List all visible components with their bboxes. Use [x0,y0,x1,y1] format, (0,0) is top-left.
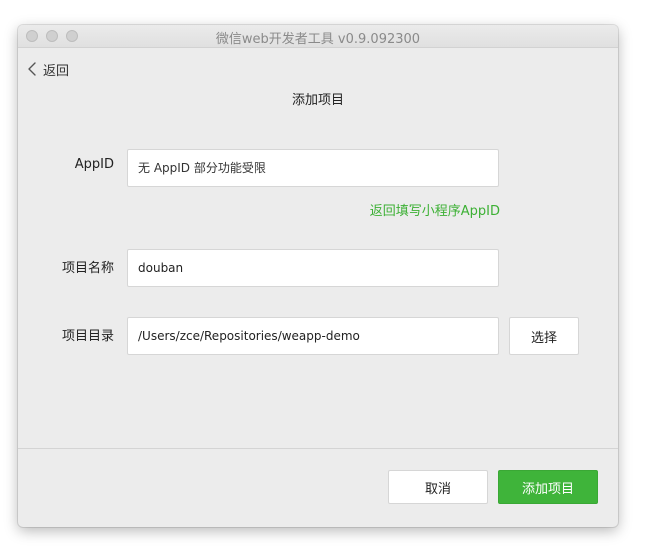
chevron-left-icon [28,62,36,76]
project-dir-label: 项目目录 [61,329,114,344]
cancel-button[interactable]: 取消 [388,470,488,504]
appid-input[interactable] [127,149,499,187]
project-dir-input[interactable] [127,317,499,355]
back-label: 返回 [43,63,70,79]
fill-appid-link[interactable]: 返回填写小程序AppID [370,200,500,219]
title-bar: 微信web开发者工具 v0.9.092300 [18,25,618,48]
page-title: 添加项目 [291,93,344,108]
back-button[interactable]: 返回 [28,60,70,79]
appid-label: AppID [74,157,114,172]
footer-divider [18,448,618,449]
project-name-input[interactable] [127,249,499,287]
app-window: 微信web开发者工具 v0.9.092300 返回 添加项目 AppID 返回填… [18,25,618,527]
add-project-button[interactable]: 添加项目 [498,470,598,504]
project-name-label: 项目名称 [61,261,114,276]
choose-directory-button[interactable]: 选择 [509,317,579,355]
window-title: 微信web开发者工具 v0.9.092300 [215,32,421,47]
